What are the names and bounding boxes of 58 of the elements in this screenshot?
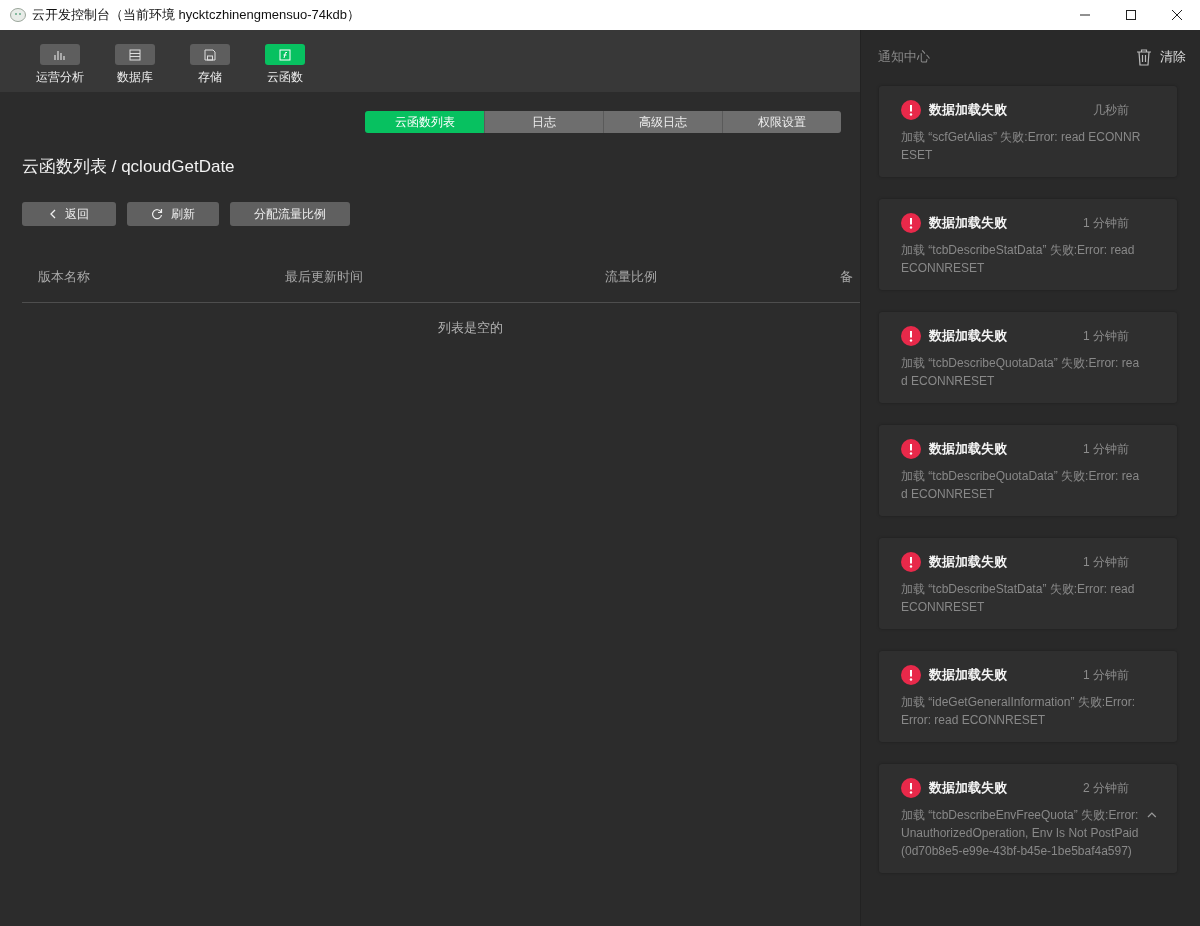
error-icon: [901, 326, 921, 346]
table-icon: [128, 48, 141, 61]
tab[interactable]: 权限设置: [722, 111, 841, 133]
collapse-caret-icon[interactable]: [1147, 812, 1157, 818]
notification-message: 加载 “ideGetGeneralInformation” 失败:Error: Error: read ECONNRESET: [901, 694, 1137, 729]
toolbar-item[interactable]: 云函数: [247, 30, 322, 92]
error-icon: [901, 213, 921, 233]
window-title: 云开发控制台（当前环境 hycktczhinengmensuo-74kdb）: [32, 6, 361, 24]
column-header: 版本名称: [38, 268, 91, 286]
notification-time: 1 分钟前: [1083, 214, 1129, 232]
error-icon: [901, 439, 921, 459]
notification-title: 数据加载失败: [929, 214, 1008, 232]
toolbar-item[interactable]: 存储: [172, 30, 247, 92]
notification-time: 1 分钟前: [1083, 666, 1129, 684]
notification-title: 数据加载失败: [929, 553, 1008, 571]
notification-title: 数据加载失败: [929, 327, 1008, 345]
clear-button[interactable]: 清除: [1136, 48, 1186, 66]
notification-message: 加载 “scfGetAlias” 失败:Error: read ECONNRESET: [901, 129, 1142, 164]
tab[interactable]: 日志: [484, 111, 603, 133]
notification-title: 数据加载失败: [929, 440, 1008, 458]
column-header: 备: [840, 268, 854, 286]
notification-message: 加载 “tcbDescribeStatData” 失败:Error: read ECONNRESET: [901, 581, 1136, 616]
error-icon: [901, 665, 921, 685]
notification-time: 1 分钟前: [1083, 440, 1129, 458]
column-header: 流量比例: [605, 268, 658, 286]
notification-message: 加载 “tcbDescribeEnvFreeQuota” 失败:Error: UnauthorizedOperation, Env Is Not PostPaid (0d70b8e5-e99e-43bf-b45e-1be5baf4a597): [901, 807, 1140, 860]
trash-icon: [1136, 48, 1152, 66]
refresh-icon: [151, 208, 163, 220]
page-heading: 云函数列表 / qcloudGetDate: [22, 156, 236, 178]
maximize-icon: [1126, 10, 1136, 20]
close-icon: [1172, 10, 1182, 20]
notification-title: 数据加载失败: [929, 779, 1008, 797]
notification-time: 2 分钟前: [1083, 779, 1129, 797]
notification-time: 1 分钟前: [1083, 553, 1129, 571]
notification-time: 1 分钟前: [1083, 327, 1129, 345]
notification-message: 加载 “tcbDescribeStatData” 失败:Error: read ECONNRESET: [901, 242, 1136, 277]
bar-chart-icon: [53, 48, 66, 61]
notification-message: 加载 “tcbDescribeQuotaData” 失败:Error: read ECONNRESET: [901, 355, 1141, 390]
refresh-button[interactable]: 刷新: [127, 202, 219, 226]
notification-title: 数据加载失败: [929, 666, 1008, 684]
notification-time: 几秒前: [1093, 101, 1129, 119]
error-icon: [901, 778, 921, 798]
notification-message: 加载 “tcbDescribeQuotaData” 失败:Error: read ECONNRESET: [901, 468, 1141, 503]
panel-title: 通知中心: [878, 48, 931, 66]
chevron-left-icon: [49, 209, 57, 219]
toolbar-item[interactable]: 运营分析: [22, 30, 97, 92]
back-button[interactable]: 返回: [22, 202, 116, 226]
error-icon: [901, 552, 921, 572]
toolbar-item[interactable]: 数据库: [97, 30, 172, 92]
error-icon: [901, 100, 921, 120]
tab[interactable]: 高级日志: [603, 111, 722, 133]
column-header: 最后更新时间: [285, 268, 364, 286]
empty-message: 列表是空的: [437, 319, 503, 337]
notification-title: 数据加载失败: [929, 101, 1008, 119]
action-button[interactable]: 分配流量比例: [230, 202, 350, 226]
app-logo-icon: [10, 8, 26, 22]
function-icon: [278, 48, 291, 61]
save-icon: [203, 48, 216, 61]
